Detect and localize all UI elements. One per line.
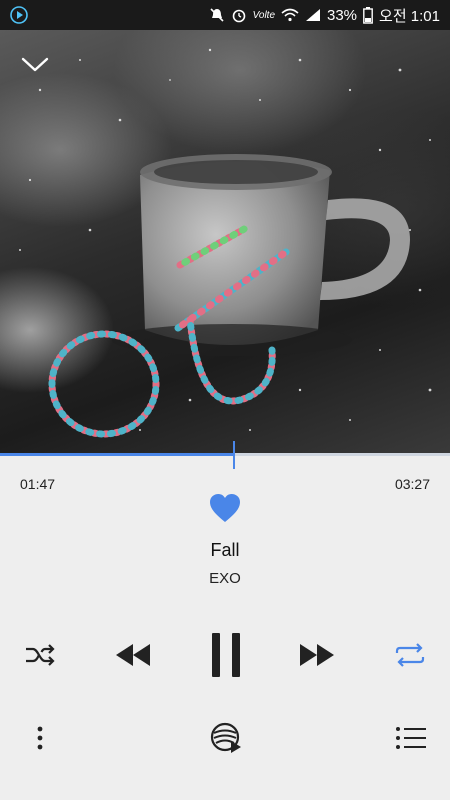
song-title: Fall [210, 540, 240, 560]
album-art-graphic [19, 48, 432, 438]
repeat-button[interactable] [392, 640, 428, 670]
album-art [0, 30, 450, 454]
wifi-icon [281, 8, 299, 22]
fast-forward-icon [300, 644, 334, 666]
sound-effects-button[interactable] [208, 720, 244, 756]
sound-effects-icon [210, 722, 241, 753]
heart-icon [210, 494, 240, 522]
more-options-button[interactable] [28, 722, 52, 754]
shuffle-button[interactable] [22, 640, 58, 670]
total-time: 03:27 [394, 476, 430, 492]
volte-indicator: Volte [252, 9, 275, 21]
previous-button[interactable] [112, 638, 154, 672]
battery-percentage: 33% [327, 6, 358, 24]
pause-icon [212, 633, 240, 677]
mute-icon [210, 8, 224, 22]
clock: 오전 1:01 [379, 7, 440, 25]
music-app-icon [10, 6, 28, 24]
next-button[interactable] [296, 638, 338, 672]
status-bar: Volte 33% 오전 1:01 [0, 0, 450, 30]
chevron-down-icon [21, 57, 49, 72]
playlist-icon [396, 727, 426, 749]
repeat-icon [395, 643, 425, 667]
rewind-icon [116, 644, 150, 666]
collapse-button[interactable] [18, 50, 52, 78]
pause-button[interactable] [204, 628, 248, 682]
alarm-icon [232, 9, 245, 23]
seek-bar-thumb[interactable] [233, 441, 235, 469]
elapsed-time: 01:47 [20, 476, 56, 492]
more-vertical-icon [37, 726, 43, 750]
artist-name: EXO [209, 570, 241, 587]
playlist-button[interactable] [394, 722, 428, 754]
shuffle-icon [26, 644, 55, 666]
battery-icon [363, 6, 373, 24]
signal-icon [306, 9, 320, 21]
status-bar-right: Volte 33% 오전 1:01 [209, 0, 440, 30]
seek-bar[interactable] [0, 441, 450, 469]
favorite-button[interactable] [208, 492, 242, 524]
seek-bar-progress [0, 453, 234, 456]
